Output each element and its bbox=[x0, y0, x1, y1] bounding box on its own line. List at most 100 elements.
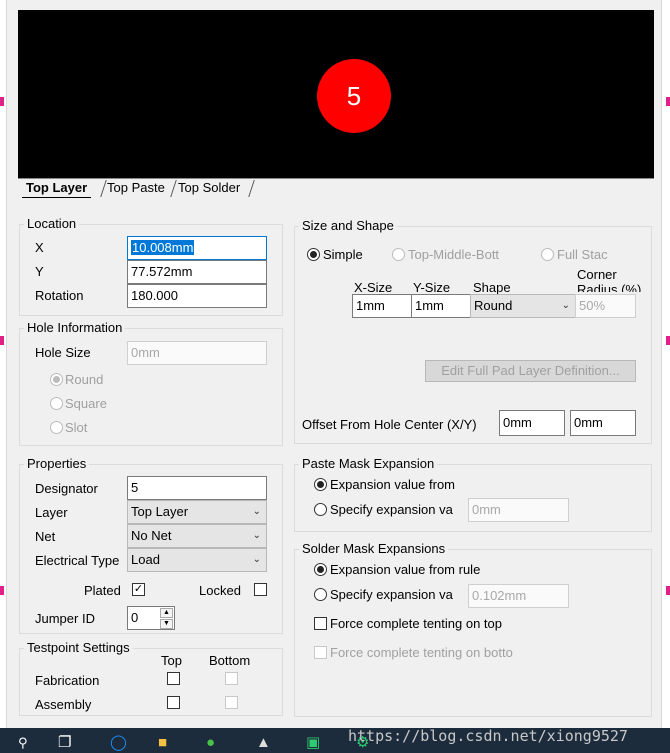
tab-separator bbox=[248, 180, 255, 197]
chevron-down-icon: ⌄ bbox=[561, 300, 570, 311]
tab-top-solder[interactable]: Top Solder bbox=[174, 179, 244, 198]
edit-full-pad-layer-button[interactable]: Edit Full Pad Layer Definition... bbox=[425, 360, 636, 382]
search-icon[interactable]: ⚲ bbox=[18, 734, 28, 752]
hole-slot-radio[interactable] bbox=[50, 421, 63, 434]
layer-label: Layer bbox=[35, 505, 68, 520]
edge-marker bbox=[0, 336, 4, 345]
x-label: X bbox=[35, 240, 44, 255]
hole-size-input[interactable]: 0mm bbox=[127, 341, 267, 365]
paste-specify-label: Specify expansion va bbox=[330, 502, 453, 517]
file-explorer-icon[interactable]: ■ bbox=[158, 734, 167, 752]
locked-checkbox[interactable] bbox=[254, 583, 267, 596]
net-value: No Net bbox=[131, 528, 172, 543]
solder-specify-radio[interactable] bbox=[314, 588, 327, 601]
y-size-input[interactable]: 1mm bbox=[411, 294, 471, 318]
tent-bottom-checkbox[interactable] bbox=[314, 646, 327, 659]
offset-label: Offset From Hole Center (X/Y) bbox=[302, 417, 477, 432]
corner-radius-header: Radius (%) bbox=[577, 283, 642, 292]
edge-browser-icon[interactable]: ◯ bbox=[110, 734, 127, 752]
pad-preview: 5 bbox=[18, 10, 654, 178]
solder-specify-label: Specify expansion va bbox=[330, 587, 453, 602]
hole-round-radio[interactable] bbox=[50, 373, 63, 386]
window-right-border bbox=[661, 0, 670, 728]
hole-round-label: Round bbox=[65, 372, 104, 387]
testpoint-title: Testpoint Settings bbox=[24, 640, 133, 656]
top-middle-bottom-radio[interactable] bbox=[392, 248, 405, 261]
jumper-id-value: 0 bbox=[131, 610, 139, 625]
x-size-input[interactable]: 1mm bbox=[352, 294, 412, 318]
offset-x-input[interactable]: 0mm bbox=[499, 410, 565, 436]
solder-rule-label: Expansion value from rule bbox=[330, 562, 481, 577]
x-value: 10.008mm bbox=[131, 240, 195, 255]
browser-icon[interactable]: ● bbox=[206, 734, 215, 752]
testpoint-top-header: Top bbox=[161, 653, 182, 668]
hole-square-radio[interactable] bbox=[50, 397, 63, 410]
solder-value-input[interactable]: 0.102mm bbox=[468, 584, 569, 608]
fabrication-top-checkbox[interactable] bbox=[167, 672, 180, 685]
layer-dropdown[interactable]: Top Layer ⌄ bbox=[127, 500, 267, 524]
plated-checkbox[interactable]: ✓ bbox=[132, 583, 145, 596]
x-input[interactable]: 10.008mm bbox=[127, 236, 267, 260]
jumper-id-spinner[interactable]: 0 ▲ ▼ bbox=[127, 606, 175, 630]
tab-top-paste[interactable]: Top Paste bbox=[103, 179, 169, 198]
paste-mask-title: Paste Mask Expansion bbox=[299, 456, 438, 472]
edge-marker bbox=[0, 97, 4, 106]
assembly-bottom-checkbox[interactable] bbox=[225, 696, 238, 709]
hole-information-title: Hole Information bbox=[24, 320, 126, 336]
tent-top-checkbox[interactable] bbox=[314, 617, 327, 630]
paste-value-input[interactable]: 0mm bbox=[468, 498, 569, 522]
y-size-header: Y-Size bbox=[413, 280, 451, 295]
rotation-label: Rotation bbox=[35, 288, 84, 303]
properties-title: Properties bbox=[24, 456, 90, 472]
paste-rule-radio[interactable] bbox=[314, 478, 327, 491]
layer-value: Top Layer bbox=[131, 504, 189, 519]
layer-tabs: Top Layer Top Paste Top Solder bbox=[18, 178, 654, 198]
y-label: Y bbox=[35, 264, 44, 279]
tent-bottom-label: Force complete tenting on botto bbox=[330, 645, 513, 660]
hole-square-label: Square bbox=[65, 396, 107, 411]
designator-input[interactable]: 5 bbox=[127, 476, 267, 500]
watermark: https://blog.csdn.net/xiong9527 bbox=[348, 727, 628, 745]
corner-radius-input[interactable]: 50% bbox=[575, 294, 636, 318]
shape-dropdown[interactable]: Round ⌄ bbox=[470, 294, 576, 318]
app-icon[interactable]: ▲ bbox=[256, 734, 271, 752]
fabrication-bottom-checkbox[interactable] bbox=[225, 672, 238, 685]
locked-label: Locked bbox=[199, 583, 241, 598]
corner-header: Corner bbox=[577, 267, 617, 282]
spin-down-icon[interactable]: ▼ bbox=[160, 619, 173, 629]
fabrication-label: Fabrication bbox=[35, 673, 100, 688]
designator-label: Designator bbox=[35, 481, 98, 496]
shape-value: Round bbox=[474, 298, 513, 313]
simple-label: Simple bbox=[323, 247, 363, 262]
x-size-header: X-Size bbox=[354, 280, 393, 295]
paste-rule-label: Expansion value from bbox=[330, 477, 456, 492]
location-title: Location bbox=[24, 216, 80, 232]
y-input[interactable]: 77.572mm bbox=[127, 260, 267, 284]
tab-top-layer[interactable]: Top Layer bbox=[22, 179, 92, 198]
simple-radio[interactable] bbox=[307, 248, 320, 261]
spin-up-icon[interactable]: ▲ bbox=[160, 608, 173, 618]
offset-y-input[interactable]: 0mm bbox=[570, 410, 636, 436]
wps-icon[interactable]: ▣ bbox=[306, 734, 320, 752]
rotation-input[interactable]: 180.000 bbox=[127, 284, 267, 308]
full-stack-radio[interactable] bbox=[541, 248, 554, 261]
net-label: Net bbox=[35, 529, 56, 544]
assembly-top-checkbox[interactable] bbox=[167, 696, 180, 709]
pad-designator-label: 5 bbox=[346, 80, 362, 111]
solder-mask-title: Solder Mask Expansions bbox=[299, 541, 449, 557]
paste-specify-radio[interactable] bbox=[314, 503, 327, 516]
edge-marker bbox=[666, 97, 670, 106]
edge-marker bbox=[666, 586, 670, 595]
testpoint-bottom-header: Bottom bbox=[209, 653, 251, 668]
electrical-type-dropdown[interactable]: Load ⌄ bbox=[127, 548, 267, 572]
electrical-type-value: Load bbox=[131, 552, 160, 567]
full-stack-label: Full Stac bbox=[557, 247, 608, 262]
net-dropdown[interactable]: No Net ⌄ bbox=[127, 524, 267, 548]
top-middle-bottom-label: Top-Middle-Bott bbox=[408, 247, 500, 262]
chevron-down-icon: ⌄ bbox=[252, 530, 261, 541]
hole-size-label: Hole Size bbox=[35, 345, 91, 360]
task-view-icon[interactable]: ❐ bbox=[58, 734, 71, 752]
solder-rule-radio[interactable] bbox=[314, 563, 327, 576]
pad-shape: 5 bbox=[317, 59, 391, 133]
check-icon: ✓ bbox=[133, 583, 144, 595]
